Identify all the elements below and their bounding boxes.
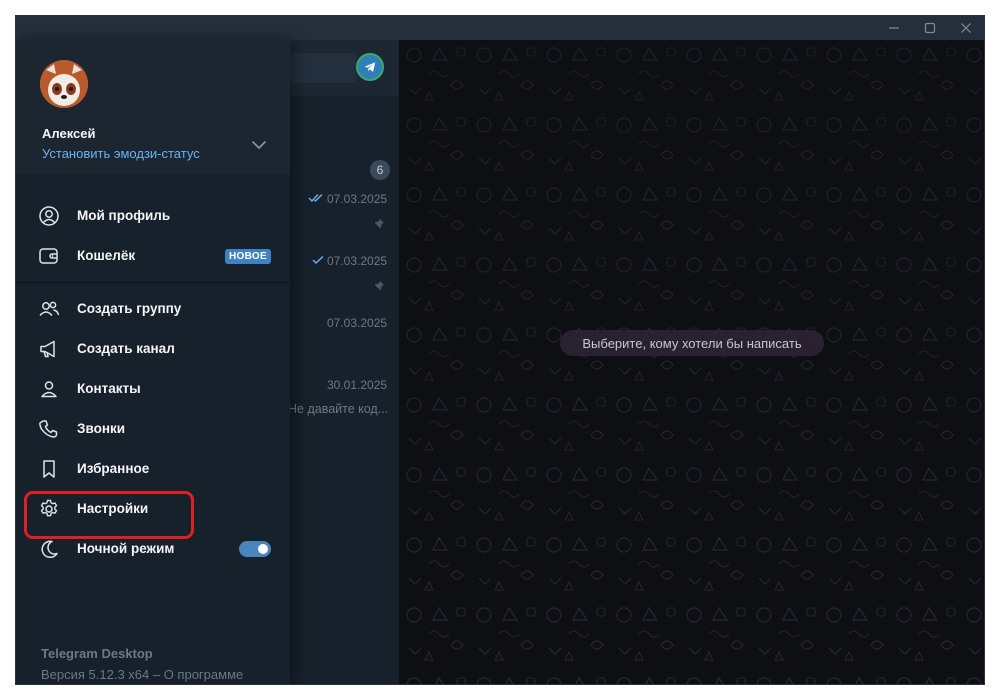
close-button[interactable]	[948, 16, 984, 40]
minimize-button[interactable]	[876, 16, 912, 40]
minimize-icon	[889, 27, 899, 29]
settings-highlight-annotation	[24, 491, 194, 539]
menu-item-label: Кошелёк	[77, 248, 136, 263]
menu-item-label: Контакты	[77, 381, 141, 396]
menu-header: Алексей Установить эмодзи-статус	[16, 40, 290, 174]
chat-date: 07.03.2025	[327, 254, 388, 268]
menu-item-label: Звонки	[77, 421, 126, 436]
app-name: Telegram Desktop	[41, 646, 153, 661]
menu-item-calls[interactable]: Звонки	[16, 409, 290, 449]
maximize-icon	[924, 22, 936, 34]
phone-icon	[39, 420, 58, 438]
chat-area: Выберите, кому хотели бы написать	[399, 40, 984, 684]
menu-item-wallet[interactable]: Кошелёк НОВОЕ	[16, 236, 290, 276]
user-avatar[interactable]	[40, 60, 88, 108]
select-chat-hint: Выберите, кому хотели бы написать	[560, 330, 824, 356]
menu-item-label: Создать группу	[77, 301, 182, 316]
menu-item-create-channel[interactable]: Создать канал	[16, 329, 290, 369]
menu-item-contacts[interactable]: Контакты	[16, 369, 290, 409]
menu-divider	[16, 282, 290, 283]
pin-icon	[374, 281, 384, 291]
new-badge: НОВОЕ	[225, 249, 271, 264]
wallpaper-pattern	[399, 40, 984, 684]
toggle-knob	[256, 542, 270, 556]
version-about-link[interactable]: Версия 5.12.3 x64 – О программе	[41, 667, 243, 682]
unread-count-badge: 6	[370, 160, 390, 180]
menu-item-my-profile[interactable]: Мой профиль	[16, 196, 290, 236]
menu-item-label: Избранное	[77, 461, 150, 476]
group-icon	[39, 301, 60, 317]
bookmark-icon	[43, 460, 55, 478]
menu-item-label: Мой профиль	[77, 208, 171, 223]
title-bar	[16, 16, 984, 40]
pin-icon	[374, 219, 384, 229]
telegram-plane-icon	[364, 62, 376, 72]
chat-date: 07.03.2025	[327, 316, 388, 330]
menu-item-saved[interactable]: Избранное	[16, 449, 290, 489]
close-icon	[961, 23, 971, 33]
megaphone-icon	[40, 340, 55, 358]
chat-date: 30.01.2025	[327, 378, 388, 392]
red-panda-avatar-icon	[40, 60, 88, 108]
chat-preview: Не давайте код...	[288, 402, 389, 416]
night-mode-toggle[interactable]	[239, 541, 271, 557]
user-name: Алексей	[42, 126, 96, 141]
menu-item-label: Создать канал	[77, 341, 175, 356]
set-emoji-status-link[interactable]: Установить эмодзи-статус	[42, 146, 200, 161]
side-menu: Алексей Установить эмодзи-статус Мой про…	[16, 40, 290, 684]
wallet-icon	[39, 248, 58, 264]
menu-item-label: Ночной режим	[77, 541, 175, 556]
chat-date: 07.03.2025	[327, 192, 388, 206]
maximize-button[interactable]	[912, 16, 948, 40]
double-check-icon	[308, 194, 323, 203]
user-circle-icon	[39, 206, 59, 226]
chevron-down-icon[interactable]	[250, 136, 268, 154]
menu-item-create-group[interactable]: Создать группу	[16, 289, 290, 329]
check-icon	[312, 255, 324, 264]
app-window: 6 07.03.2025 07.03.2025 07.03.2025 30.01…	[16, 16, 984, 684]
telegram-story-avatar[interactable]	[356, 53, 384, 81]
contact-icon	[41, 381, 57, 398]
moon-icon	[41, 540, 58, 558]
